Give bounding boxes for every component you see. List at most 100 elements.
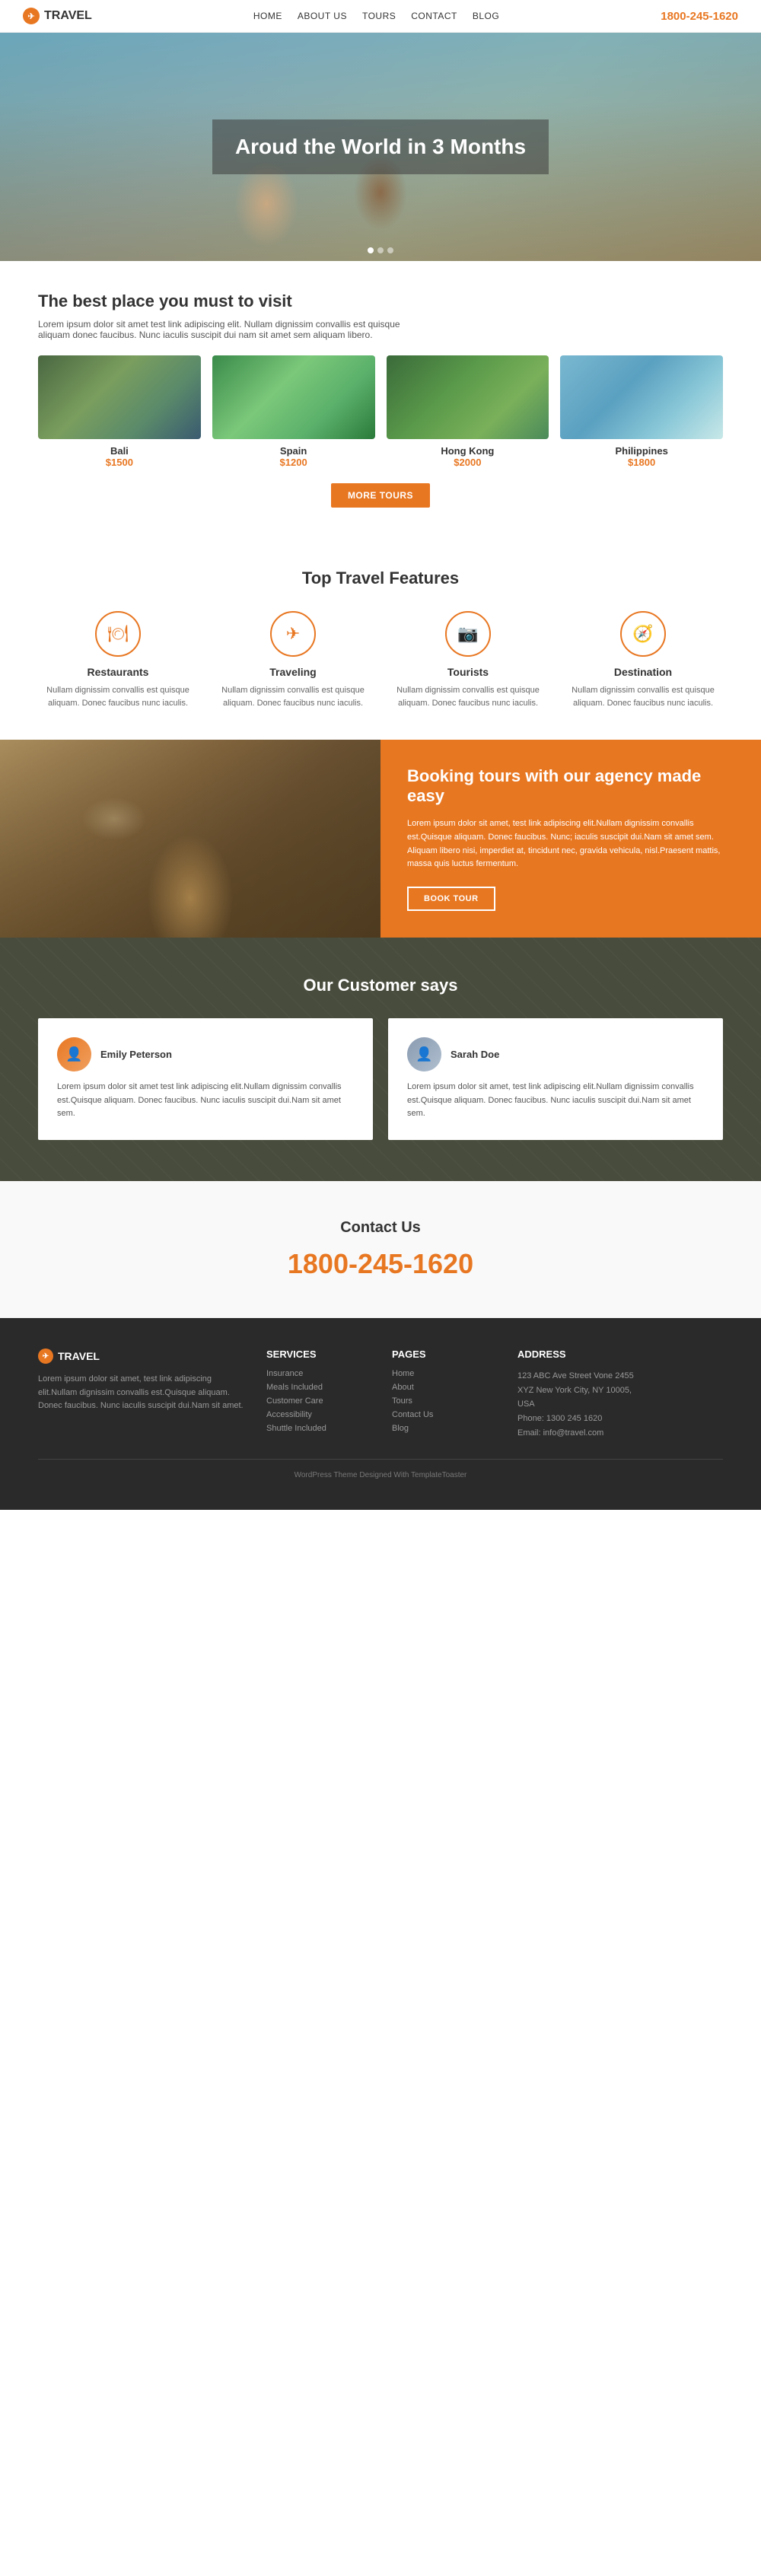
feature-title-traveling: Traveling xyxy=(213,666,373,678)
footer-page-1[interactable]: About xyxy=(392,1383,495,1392)
logo-text: TRAVEL xyxy=(44,9,92,23)
footer-logo: ✈ TRAVEL xyxy=(38,1348,244,1364)
main-nav: HOME ABOUT US TOURS CONTACT BLOG xyxy=(253,11,499,21)
footer-address-line-0: 123 ABC Ave Street Vone 2455 xyxy=(517,1369,723,1384)
contact-heading: Contact Us xyxy=(38,1219,723,1237)
dot-2[interactable] xyxy=(377,247,384,253)
avatar-sarah: 👤 xyxy=(407,1037,441,1071)
footer-pages-heading: PAGES xyxy=(392,1348,495,1360)
footer-brand: ✈ TRAVEL Lorem ipsum dolor sit amet, tes… xyxy=(38,1348,244,1440)
testimonials-section: Our Customer says 👤 Emily Peterson Lorem… xyxy=(0,938,761,1181)
logo[interactable]: ✈ TRAVEL xyxy=(23,8,92,24)
footer-service-2[interactable]: Customer Care xyxy=(266,1396,369,1406)
contact-section: Contact Us 1800-245-1620 xyxy=(0,1181,761,1318)
nav-blog[interactable]: BLOG xyxy=(473,11,499,21)
footer-pages: PAGES Home About Tours Contact Us Blog xyxy=(392,1348,495,1440)
footer-address-line-3: Phone: 1300 245 1620 xyxy=(517,1412,723,1426)
dest-name-bali: Bali xyxy=(38,445,201,457)
dot-3[interactable] xyxy=(387,247,393,253)
booking-section: Booking tours with our agency made easy … xyxy=(0,740,761,938)
restaurants-icon: 🍽 xyxy=(95,611,141,657)
hero-section: Aroud the World in 3 Months xyxy=(0,33,761,261)
feature-desc-traveling: Nullam dignissim convallis est quisque a… xyxy=(213,684,373,709)
booking-image-overlay xyxy=(0,740,380,938)
feature-restaurants: 🍽 Restaurants Nullam dignissim convallis… xyxy=(38,611,198,709)
testimonial-header-emily: 👤 Emily Peterson xyxy=(57,1037,354,1071)
testimonial-name-sarah: Sarah Doe xyxy=(451,1049,499,1060)
footer-service-3[interactable]: Accessibility xyxy=(266,1410,369,1419)
feature-desc-tourists: Nullam dignissim convallis est quisque a… xyxy=(388,684,548,709)
dest-price-hk: $2000 xyxy=(387,457,549,468)
testimonial-emily: 👤 Emily Peterson Lorem ipsum dolor sit a… xyxy=(38,1018,373,1140)
testimonial-name-emily: Emily Peterson xyxy=(100,1049,172,1060)
testimonials-grid: 👤 Emily Peterson Lorem ipsum dolor sit a… xyxy=(38,1018,723,1140)
footer-logo-icon: ✈ xyxy=(38,1348,53,1364)
best-places-desc: Lorem ipsum dolor sit amet test link adi… xyxy=(38,319,419,340)
dest-price-spain: $1200 xyxy=(212,457,375,468)
footer-pages-list: Home About Tours Contact Us Blog xyxy=(392,1369,495,1433)
more-tours-button[interactable]: MORE TOURS xyxy=(331,483,430,508)
feature-desc-restaurants: Nullam dignissim convallis est quisque a… xyxy=(38,684,198,709)
book-tour-button[interactable]: BOOK TOUR xyxy=(407,887,495,911)
dest-price-bali: $1500 xyxy=(38,457,201,468)
footer-service-1[interactable]: Meals Included xyxy=(266,1383,369,1392)
footer-service-0[interactable]: Insurance xyxy=(266,1369,369,1378)
slider-dots xyxy=(368,247,393,253)
dot-1[interactable] xyxy=(368,247,374,253)
features-grid: 🍽 Restaurants Nullam dignissim convallis… xyxy=(38,611,723,709)
dest-price-ph: $1800 xyxy=(560,457,723,468)
dest-name-spain: Spain xyxy=(212,445,375,457)
header-phone[interactable]: 1800-245-1620 xyxy=(661,10,738,23)
nav-home[interactable]: HOME xyxy=(253,11,282,21)
dest-card-spain: Spain $1200 xyxy=(212,355,375,468)
features-section: Top Travel Features 🍽 Restaurants Nullam… xyxy=(0,538,761,740)
avatar-emily: 👤 xyxy=(57,1037,91,1071)
footer-services: SERVICES Insurance Meals Included Custom… xyxy=(266,1348,369,1440)
contact-phone[interactable]: 1800-245-1620 xyxy=(38,1248,723,1280)
logo-icon: ✈ xyxy=(23,8,40,24)
dest-img-bali xyxy=(38,355,201,439)
nav-about[interactable]: ABOUT US xyxy=(298,11,347,21)
footer-services-list: Insurance Meals Included Customer Care A… xyxy=(266,1369,369,1433)
features-heading: Top Travel Features xyxy=(38,568,723,588)
dest-card-bali: Bali $1500 xyxy=(38,355,201,468)
footer-page-2[interactable]: Tours xyxy=(392,1396,495,1406)
footer-page-4[interactable]: Blog xyxy=(392,1424,495,1433)
nav-tours[interactable]: TOURS xyxy=(362,11,396,21)
feature-title-tourists: Tourists xyxy=(388,666,548,678)
footer-address-line-4: Email: info@travel.com xyxy=(517,1426,723,1441)
footer-copyright-text: WordPress Theme Designed With TemplateTo… xyxy=(295,1471,467,1479)
footer-address: 123 ABC Ave Street Vone 2455 XYZ New Yor… xyxy=(517,1369,723,1440)
hero-overlay: Aroud the World in 3 Months xyxy=(212,119,549,174)
footer-address-line-2: USA xyxy=(517,1397,723,1412)
footer-page-0[interactable]: Home xyxy=(392,1369,495,1378)
testimonials-heading: Our Customer says xyxy=(38,976,723,995)
best-places-section: The best place you must to visit Lorem i… xyxy=(0,261,761,538)
feature-traveling: ✈ Traveling Nullam dignissim convallis e… xyxy=(213,611,373,709)
testimonial-text-sarah: Lorem ipsum dolor sit amet, test link ad… xyxy=(407,1081,704,1121)
footer-services-heading: SERVICES xyxy=(266,1348,369,1360)
footer-copyright: WordPress Theme Designed With TemplateTo… xyxy=(38,1459,723,1479)
booking-image xyxy=(0,740,380,938)
testimonial-text-emily: Lorem ipsum dolor sit amet test link adi… xyxy=(57,1081,354,1121)
dest-img-ph xyxy=(560,355,723,439)
footer-address-col: ADDRESS 123 ABC Ave Street Vone 2455 XYZ… xyxy=(517,1348,723,1440)
dest-card-ph: Philippines $1800 xyxy=(560,355,723,468)
dest-name-ph: Philippines xyxy=(560,445,723,457)
dest-img-spain xyxy=(212,355,375,439)
site-footer: ✈ TRAVEL Lorem ipsum dolor sit amet, tes… xyxy=(0,1318,761,1510)
footer-page-3[interactable]: Contact Us xyxy=(392,1410,495,1419)
booking-content: Booking tours with our agency made easy … xyxy=(380,740,761,938)
traveling-icon: ✈ xyxy=(270,611,316,657)
destination-icon: 🧭 xyxy=(620,611,666,657)
feature-title-restaurants: Restaurants xyxy=(38,666,198,678)
footer-service-4[interactable]: Shuttle Included xyxy=(266,1424,369,1433)
tourists-icon: 📷 xyxy=(445,611,491,657)
footer-desc: Lorem ipsum dolor sit amet, test link ad… xyxy=(38,1373,244,1413)
footer-grid: ✈ TRAVEL Lorem ipsum dolor sit amet, tes… xyxy=(38,1348,723,1440)
nav-contact[interactable]: CONTACT xyxy=(411,11,457,21)
footer-address-heading: ADDRESS xyxy=(517,1348,723,1360)
feature-destination: 🧭 Destination Nullam dignissim convallis… xyxy=(563,611,723,709)
destinations-grid: Bali $1500 Spain $1200 Hong Kong $2000 P… xyxy=(38,355,723,468)
dest-name-hk: Hong Kong xyxy=(387,445,549,457)
